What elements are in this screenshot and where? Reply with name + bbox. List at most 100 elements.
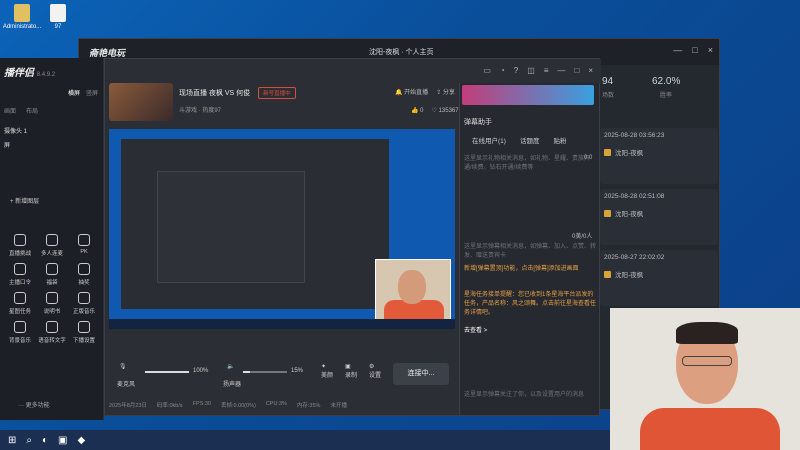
maximize-button[interactable]: □ <box>692 45 697 55</box>
speech-icon <box>46 321 58 333</box>
close-button[interactable]: × <box>708 45 713 55</box>
footer-live-status: 未开播 <box>330 403 347 409</box>
beauty-button[interactable]: ✦ 美颜 <box>321 363 333 379</box>
music-icon <box>14 321 26 333</box>
bell-icon[interactable]: ◔ <box>500 66 505 75</box>
tab-fans[interactable]: 贴粉 <box>553 135 566 145</box>
history-card[interactable]: 2025-08-28 03:56:23 沈阳-夜枫 <box>600 128 718 184</box>
add-layer-button[interactable]: + 新增图层 <box>10 196 39 205</box>
history-date: 2025-08-28 02:51:08 <box>604 193 665 200</box>
bell-icon: 🔔 <box>395 90 403 96</box>
companion-sidebar: 播伴侣 8.4.9.2 横屏 竖屏 画面 布局 摄像头 1 屏 + 新增图层 直… <box>0 58 104 420</box>
tool-item[interactable]: 说明书 <box>36 292 68 315</box>
like-counter: 👍 0 <box>411 107 424 114</box>
pk-icon <box>78 234 90 246</box>
skin-icon[interactable]: ◫ <box>527 66 535 75</box>
lottery-icon <box>78 263 90 275</box>
scene-tab-canvas[interactable]: 画面 <box>4 106 16 115</box>
tool-item[interactable]: 抽奖 <box>68 263 100 286</box>
beauty-label: 美颜 <box>321 373 334 379</box>
edge-icon[interactable]: ◐ <box>42 435 48 446</box>
minimize-button[interactable]: — <box>673 45 682 55</box>
stream-preview[interactable] <box>109 129 455 329</box>
windows-start-icon[interactable]: ⊞ <box>8 435 16 446</box>
tool-item[interactable]: 下播设置 <box>68 321 100 344</box>
share-button[interactable]: ⇪ 分享 <box>436 87 455 96</box>
footer-memory: 内存:35% <box>296 403 321 409</box>
app-icon[interactable]: ◆ <box>78 435 86 446</box>
start-live-button[interactable]: 🔔 开始直播 <box>395 87 428 96</box>
profile-window-controls: — □ × <box>673 45 713 55</box>
badge-icon <box>604 209 611 217</box>
profile-stats: 94 场数 62.0% 胜率 <box>598 76 718 102</box>
preview-taskbar <box>109 319 455 329</box>
shield-icon <box>14 234 26 246</box>
app-icon[interactable]: ▣ <box>58 435 67 446</box>
more-features-button[interactable]: ··· 更多功能 <box>18 400 50 409</box>
tool-label: 直播挑战 <box>8 251 31 257</box>
danmu-placeholder: 这里显示弹幕相关消息，如弹幕、加入、点赞、转发、赠送贵宾卡 <box>464 244 597 259</box>
person-glasses <box>682 356 732 366</box>
tool-item[interactable]: 语音转文字 <box>36 321 68 344</box>
desktop-icon-admin[interactable]: Administrato... <box>2 4 42 30</box>
microphone-icon[interactable]: 🎙 <box>119 363 127 370</box>
mic-volume-fill <box>145 371 189 373</box>
speaker-icon[interactable]: 🔈 <box>227 363 234 370</box>
status-footer: 2025年8月23日 码率:0kb/s FPS:30 丢帧:0.00(0%) C… <box>109 401 461 409</box>
source-camera[interactable]: 摄像头 1 <box>4 126 27 135</box>
tool-item[interactable]: 星图任务 <box>4 292 36 315</box>
view-task-link[interactable]: 去查看 > <box>464 327 596 336</box>
record-button[interactable]: ▣ 录制 <box>345 363 357 379</box>
desktop-icon-97[interactable]: 97 <box>38 4 78 30</box>
bag-icon <box>46 263 58 275</box>
gift-count: 0.0 <box>584 155 593 161</box>
live-title-row: 现场直播 夜枫 VS 何俊 新号直播中 <box>179 87 296 99</box>
chat-icon[interactable]: ▭ <box>483 66 491 75</box>
tab-portrait[interactable]: 竖屏 <box>86 88 98 97</box>
person-face <box>398 270 426 304</box>
tool-item[interactable]: PK <box>68 234 100 257</box>
orientation-tabs: 横屏 竖屏 <box>68 88 98 97</box>
live-title[interactable]: 现场直播 夜枫 VS 何俊 <box>179 90 250 97</box>
tool-item[interactable]: 直播挑战 <box>4 234 36 257</box>
tool-item[interactable]: 正版音乐 <box>68 292 100 315</box>
maximize-button[interactable]: □ <box>574 66 579 75</box>
minimize-button[interactable]: — <box>557 66 565 75</box>
speaker-value: 15% <box>291 368 304 374</box>
settings-icon <box>78 321 90 333</box>
tool-item[interactable]: 福袋 <box>36 263 68 286</box>
footer-date: 2025年8月23日 <box>109 403 147 409</box>
search-icon[interactable]: ⌕ <box>26 435 32 446</box>
history-card[interactable]: 2025-08-27 22:02:02 沈阳-夜枫 <box>600 250 718 306</box>
menu-icon[interactable]: ≡ <box>544 66 549 75</box>
tool-item[interactable]: 多人连麦 <box>36 234 68 257</box>
connect-button[interactable]: 连接中... <box>393 363 449 385</box>
tool-item[interactable]: 主播口令 <box>4 263 36 286</box>
password-icon <box>14 263 26 275</box>
footer-dropped: 丢帧:0.00(0%) <box>220 403 256 409</box>
tab-online-users[interactable]: 在线用户(1) <box>472 135 506 145</box>
close-button[interactable]: × <box>588 66 593 75</box>
tab-topic[interactable]: 话题度 <box>520 135 540 145</box>
thumb-icon: 👍 <box>411 108 419 114</box>
heart-icon: ♡ <box>431 108 437 114</box>
source-screen[interactable]: 屏 <box>4 140 10 149</box>
help-icon[interactable]: ? <box>514 66 518 75</box>
settings-button[interactable]: ⚙ 设置 <box>369 363 381 379</box>
tool-item[interactable]: 背景音乐 <box>4 321 36 344</box>
cover-thumbnail[interactable] <box>109 83 173 121</box>
tab-landscape[interactable]: 横屏 <box>68 88 80 97</box>
scene-tab-layout[interactable]: 布局 <box>26 106 38 115</box>
preview-camera-source[interactable] <box>375 259 451 326</box>
history-card[interactable]: 2025-08-28 02:51:08 沈阳-夜枫 <box>600 189 718 245</box>
mic-volume-slider[interactable] <box>145 371 189 373</box>
share-label: 分享 <box>442 90 455 96</box>
danmu-panel: 弹幕助手 在线用户(1) 话题度 贴粉 这里显示礼物相关消息，如礼物、星耀、贵族… <box>459 83 599 415</box>
people-icon <box>46 234 58 246</box>
danmu-title: 弹幕助手 <box>464 119 492 126</box>
header-counters: 👍 0 ♡ 135367 <box>411 107 459 114</box>
promo-banner[interactable] <box>462 85 594 105</box>
speaker-volume-slider[interactable] <box>243 371 287 373</box>
heart-counter: ♡ 135367 <box>432 107 459 114</box>
live-window: ▭ ◔ ? ◫ ≡ — □ × 现场直播 夜枫 VS 何俊 新号直播中 斗游戏 … <box>104 58 601 416</box>
